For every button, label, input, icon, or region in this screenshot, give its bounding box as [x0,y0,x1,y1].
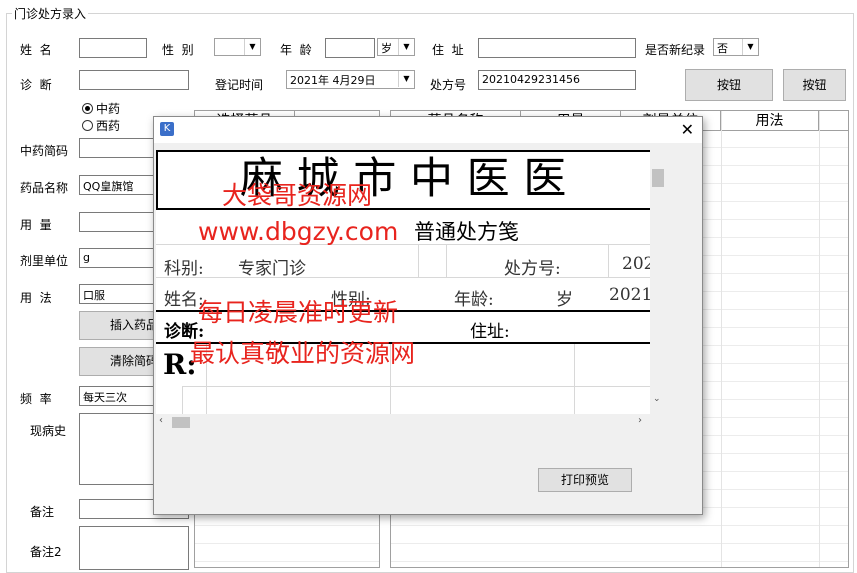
gender-select[interactable]: ▼ [214,38,261,56]
rx-no-value: 202 [622,254,650,274]
table-line [418,244,419,278]
dept-value: 专家门诊 [238,259,306,279]
app-icon: K [160,122,174,136]
table-line [156,277,650,278]
scroll-thumb[interactable] [652,169,664,187]
chevron-down-icon: ▼ [398,39,414,55]
radio-western-label: 西药 [96,119,121,133]
table-line [446,244,447,278]
grid-divider [819,111,820,567]
note-label: 备注 [30,505,55,519]
table-line [574,344,575,414]
group-title: 门诊处方录入 [12,5,89,22]
dept-label: 科别: [164,259,204,279]
reg-time-label: 登记时间 [215,78,264,92]
radio-western-medicine[interactable]: 西药 [82,117,120,134]
history-label: 现病史 [30,424,67,438]
watermark-line-3: 每日凌晨准时更新 [198,298,399,327]
new-record-select[interactable]: 否 ▼ [713,38,759,56]
name-label: 姓 名 [20,43,52,57]
chevron-down-icon: ▼ [742,39,758,55]
rx-type: 普通处方笺 [414,220,519,244]
diagnosis-label: 诊 断 [20,78,52,92]
action-button-1[interactable]: 按钮 [685,69,773,101]
watermark-line-2: www.dbgzy.com [198,217,399,246]
age-label: 年龄: [454,290,494,310]
radio-unselected-icon [82,120,93,131]
address-label: 住址: [470,322,510,342]
age-label: 年 龄 [280,43,312,57]
new-record-label: 是否新纪录 [645,43,706,57]
chevron-down-icon: ▼ [398,71,414,87]
herb-code-label: 中药简码 [20,144,69,158]
new-record-value: 否 [717,42,728,55]
chevron-left-icon[interactable]: ‹ [159,415,163,426]
scroll-thumb[interactable] [172,417,190,428]
chevron-down-icon: ▼ [244,39,260,55]
rx-no-label: 处方号: [504,259,561,279]
gender-label: 性 别 [162,43,194,57]
note2-label: 备注2 [30,545,62,559]
close-icon[interactable]: ✕ [681,120,694,139]
address-input[interactable] [478,38,636,58]
age-unit-select[interactable]: 岁 ▼ [377,38,415,56]
vertical-scrollbar[interactable]: ⌄ [650,150,666,414]
rx-no-input[interactable]: 20210429231456 [478,70,636,90]
age-input[interactable] [325,38,375,58]
radio-chinese-label: 中药 [96,102,121,116]
dosage-label: 用 量 [20,218,52,232]
name-input[interactable] [79,38,147,58]
chevron-down-icon[interactable]: ⌄ [653,394,661,404]
age-unit: 岁 [556,290,573,310]
chevron-right-icon[interactable]: › [638,415,642,426]
table-line [182,386,650,387]
grid-divider [721,111,722,567]
watermark-line-1: 大袋哥资源网 [222,181,373,210]
note2-textarea[interactable] [79,526,189,570]
radio-chinese-medicine[interactable]: 中药 [82,100,120,117]
usage-label: 用 法 [20,291,52,305]
frequency-label: 频 率 [20,392,52,406]
watermark-line-4: 最认真敬业的资源网 [190,339,416,368]
rule [156,150,158,210]
address-label: 住 址 [432,43,464,57]
drug-name-label: 药品名称 [20,181,69,195]
radio-selected-icon [82,103,93,114]
action-button-2[interactable]: 按钮 [783,69,846,101]
reg-time-picker[interactable]: 2021年 4月29日 ▼ [286,70,415,89]
dialog-titlebar[interactable]: K ✕ [154,117,702,143]
print-preview-button[interactable]: 打印预览 [538,468,632,492]
rx-no-label: 处方号 [430,78,467,92]
grid-col-usage[interactable]: 用法 [721,111,819,131]
table-line [182,386,183,414]
date-value: 2021 [609,285,650,305]
horizontal-scrollbar[interactable]: ‹ › [156,414,650,431]
unit-label: 剂里单位 [20,254,69,268]
reg-time-value: 2021年 4月29日 [290,74,376,87]
diagnosis-input[interactable] [79,70,189,90]
table-line [608,244,609,278]
age-unit-value: 岁 [381,42,392,55]
